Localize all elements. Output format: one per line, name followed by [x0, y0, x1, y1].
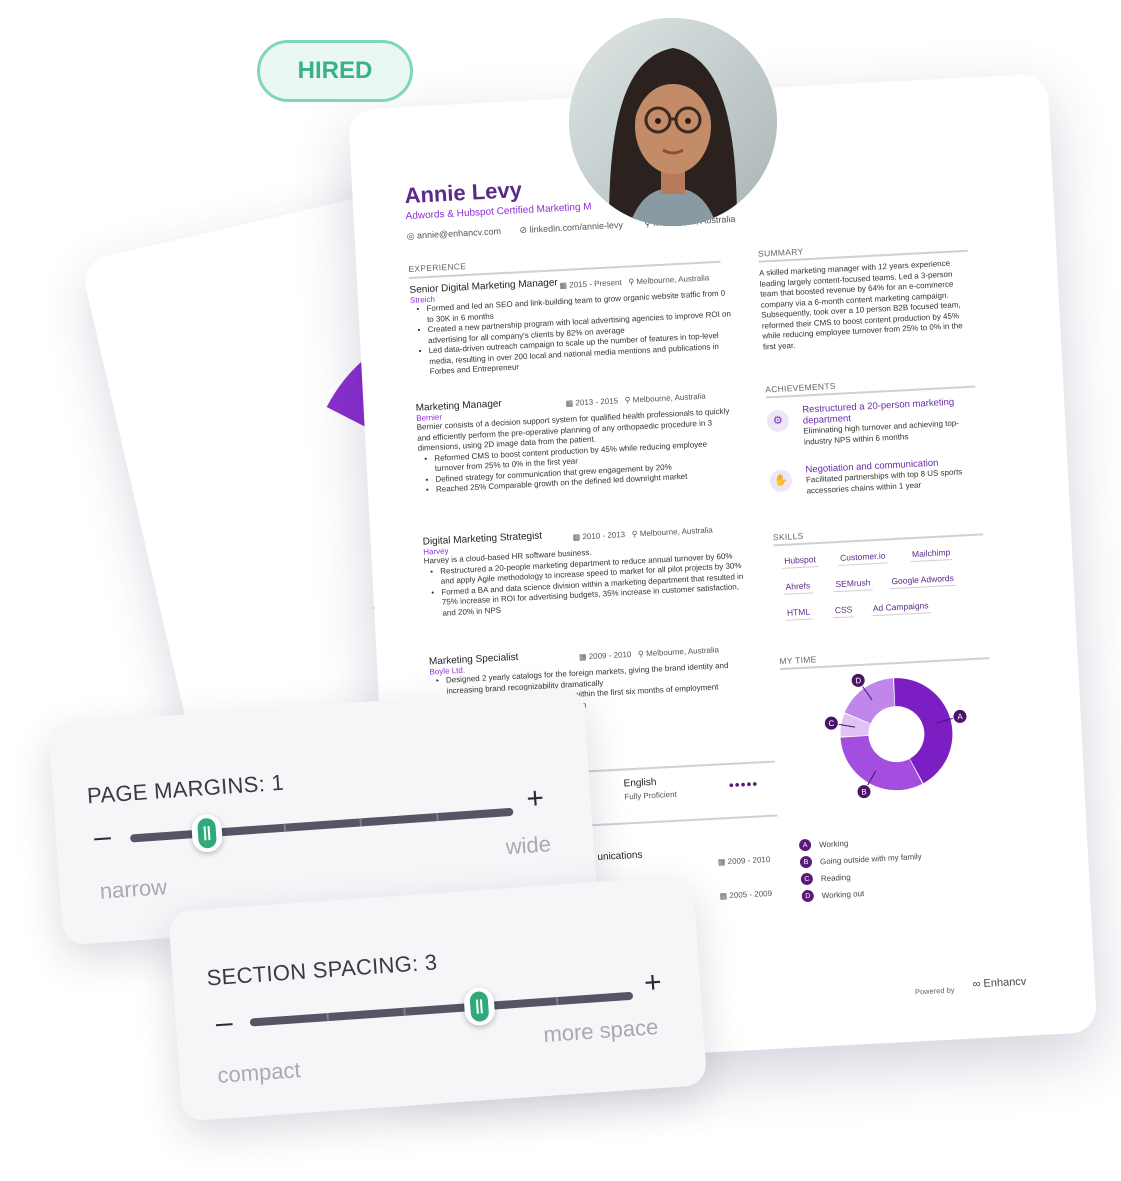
legend-label: Working out — [821, 888, 865, 900]
page-margins-slider-handle[interactable] — [190, 813, 224, 854]
legend-label: Reading — [820, 872, 851, 883]
slider-tick — [326, 1013, 329, 1022]
achievement-2: ✋ Negotiation and communication Facilita… — [769, 455, 982, 498]
page-margins-title: PAGE MARGINS: 1 — [86, 769, 285, 809]
legend-key: D — [801, 889, 815, 903]
skill-tag: Hubspot — [781, 554, 819, 569]
decrease-margins-button[interactable]: – — [93, 820, 112, 855]
partial-entry-dates: ▦ 2009 - 2010 — [717, 854, 771, 867]
mytime-legend: A Working B Going outside with my family C… — [798, 828, 1022, 907]
skills-list: Hubspot Customer.io Mailchimp Ahrefs SEM… — [774, 539, 998, 640]
slider-tick — [436, 812, 439, 822]
enhancv-logo-text: Enhancv — [983, 975, 1027, 990]
skill-tag: SEMrush — [833, 577, 873, 593]
skill-tag: Google Adwords — [889, 572, 957, 590]
wide-label: wide — [504, 831, 552, 860]
section-spacing-slider-handle[interactable] — [463, 986, 497, 1027]
job-entry-3: Digital Marketing Strategist ▦ 2010 - 20… — [422, 520, 746, 620]
skill-tag: CSS — [832, 604, 855, 619]
contact-email[interactable]: ◎ annie@enhancv.com — [406, 226, 501, 242]
more-space-label: more space — [542, 1014, 660, 1048]
experience-heading: EXPERIENCE — [408, 261, 467, 275]
legend-key: B — [799, 855, 813, 869]
summary-text: A skilled marketing manager with 12 year… — [758, 258, 963, 352]
skill-tag: Ad Campaigns — [870, 600, 931, 617]
avatar — [569, 18, 777, 226]
partial-entry-dates-2: ▦ 2005 - 2009 — [719, 888, 773, 901]
slice-label: D — [855, 676, 861, 685]
increase-margins-button[interactable]: + — [525, 782, 545, 817]
legend-label: Working — [818, 838, 849, 849]
mytime-heading: MY TIME — [779, 654, 817, 667]
job-entry-2: Marketing Manager ▦ 2013 - 2015 ⚲ Melbou… — [415, 386, 739, 496]
linkedin-text: linkedin.com/annie-levy — [529, 219, 624, 235]
language-name: English — [623, 776, 657, 790]
skills-heading: SKILLS — [772, 530, 804, 543]
profile-photo — [569, 18, 777, 226]
decrease-spacing-button[interactable]: – — [215, 1006, 234, 1041]
mytime-donut — [840, 678, 953, 791]
powered-by-label: Powered by — [914, 985, 955, 997]
grip-icon — [196, 817, 217, 849]
slice-label: B — [861, 787, 867, 796]
skill-tag: Customer.io — [837, 550, 888, 566]
mytime-donut-chart: ABCD — [823, 672, 968, 800]
job-entry-1: Senior Digital Marketing Manager ▦ 2015 … — [409, 268, 733, 378]
skill-tag: Ahrefs — [783, 580, 813, 595]
resume-name: Annie Levy — [403, 177, 523, 209]
legend-key: C — [800, 872, 814, 886]
partial-entry-title: unications — [597, 849, 643, 863]
slice-label: C — [828, 719, 834, 728]
enhancv-logo: ∞ Enhancv — [972, 976, 1026, 991]
skill-tag: Mailchimp — [909, 546, 953, 563]
section-spacing-title: SECTION SPACING: 3 — [205, 949, 439, 991]
increase-spacing-button[interactable]: + — [643, 966, 663, 1001]
page-margins-slider[interactable] — [129, 807, 514, 843]
section-spacing-card: SECTION SPACING: 3 – + compact more spac… — [168, 875, 708, 1122]
contact-linkedin[interactable]: ⊘ linkedin.com/annie-levy — [519, 220, 623, 236]
legend-label: Going outside with my family — [819, 851, 922, 866]
summary-heading: SUMMARY — [757, 246, 804, 259]
donut-slice-b — [840, 735, 923, 791]
slider-tick — [359, 818, 363, 827]
legend-key: A — [798, 838, 812, 852]
hired-badge: HIRED — [257, 40, 413, 102]
slider-tick — [402, 1007, 406, 1016]
handshake-icon: ✋ — [769, 469, 793, 493]
slider-tick — [556, 996, 559, 1006]
slider-tick — [283, 823, 286, 832]
narrow-label: narrow — [98, 874, 168, 904]
skill-tag: HTML — [784, 606, 813, 621]
infinity-icon: ∞ — [972, 978, 981, 991]
language-level-dots: ••••• — [728, 775, 759, 793]
compact-label: compact — [216, 1057, 302, 1088]
email-text: annie@enhancv.com — [416, 226, 502, 241]
achievement-1: ⚙ Restructured a 20-person marketing dep… — [766, 395, 980, 449]
grip-icon — [469, 990, 490, 1023]
language-level: Fully Proficient — [624, 789, 677, 802]
gears-icon: ⚙ — [766, 409, 790, 433]
